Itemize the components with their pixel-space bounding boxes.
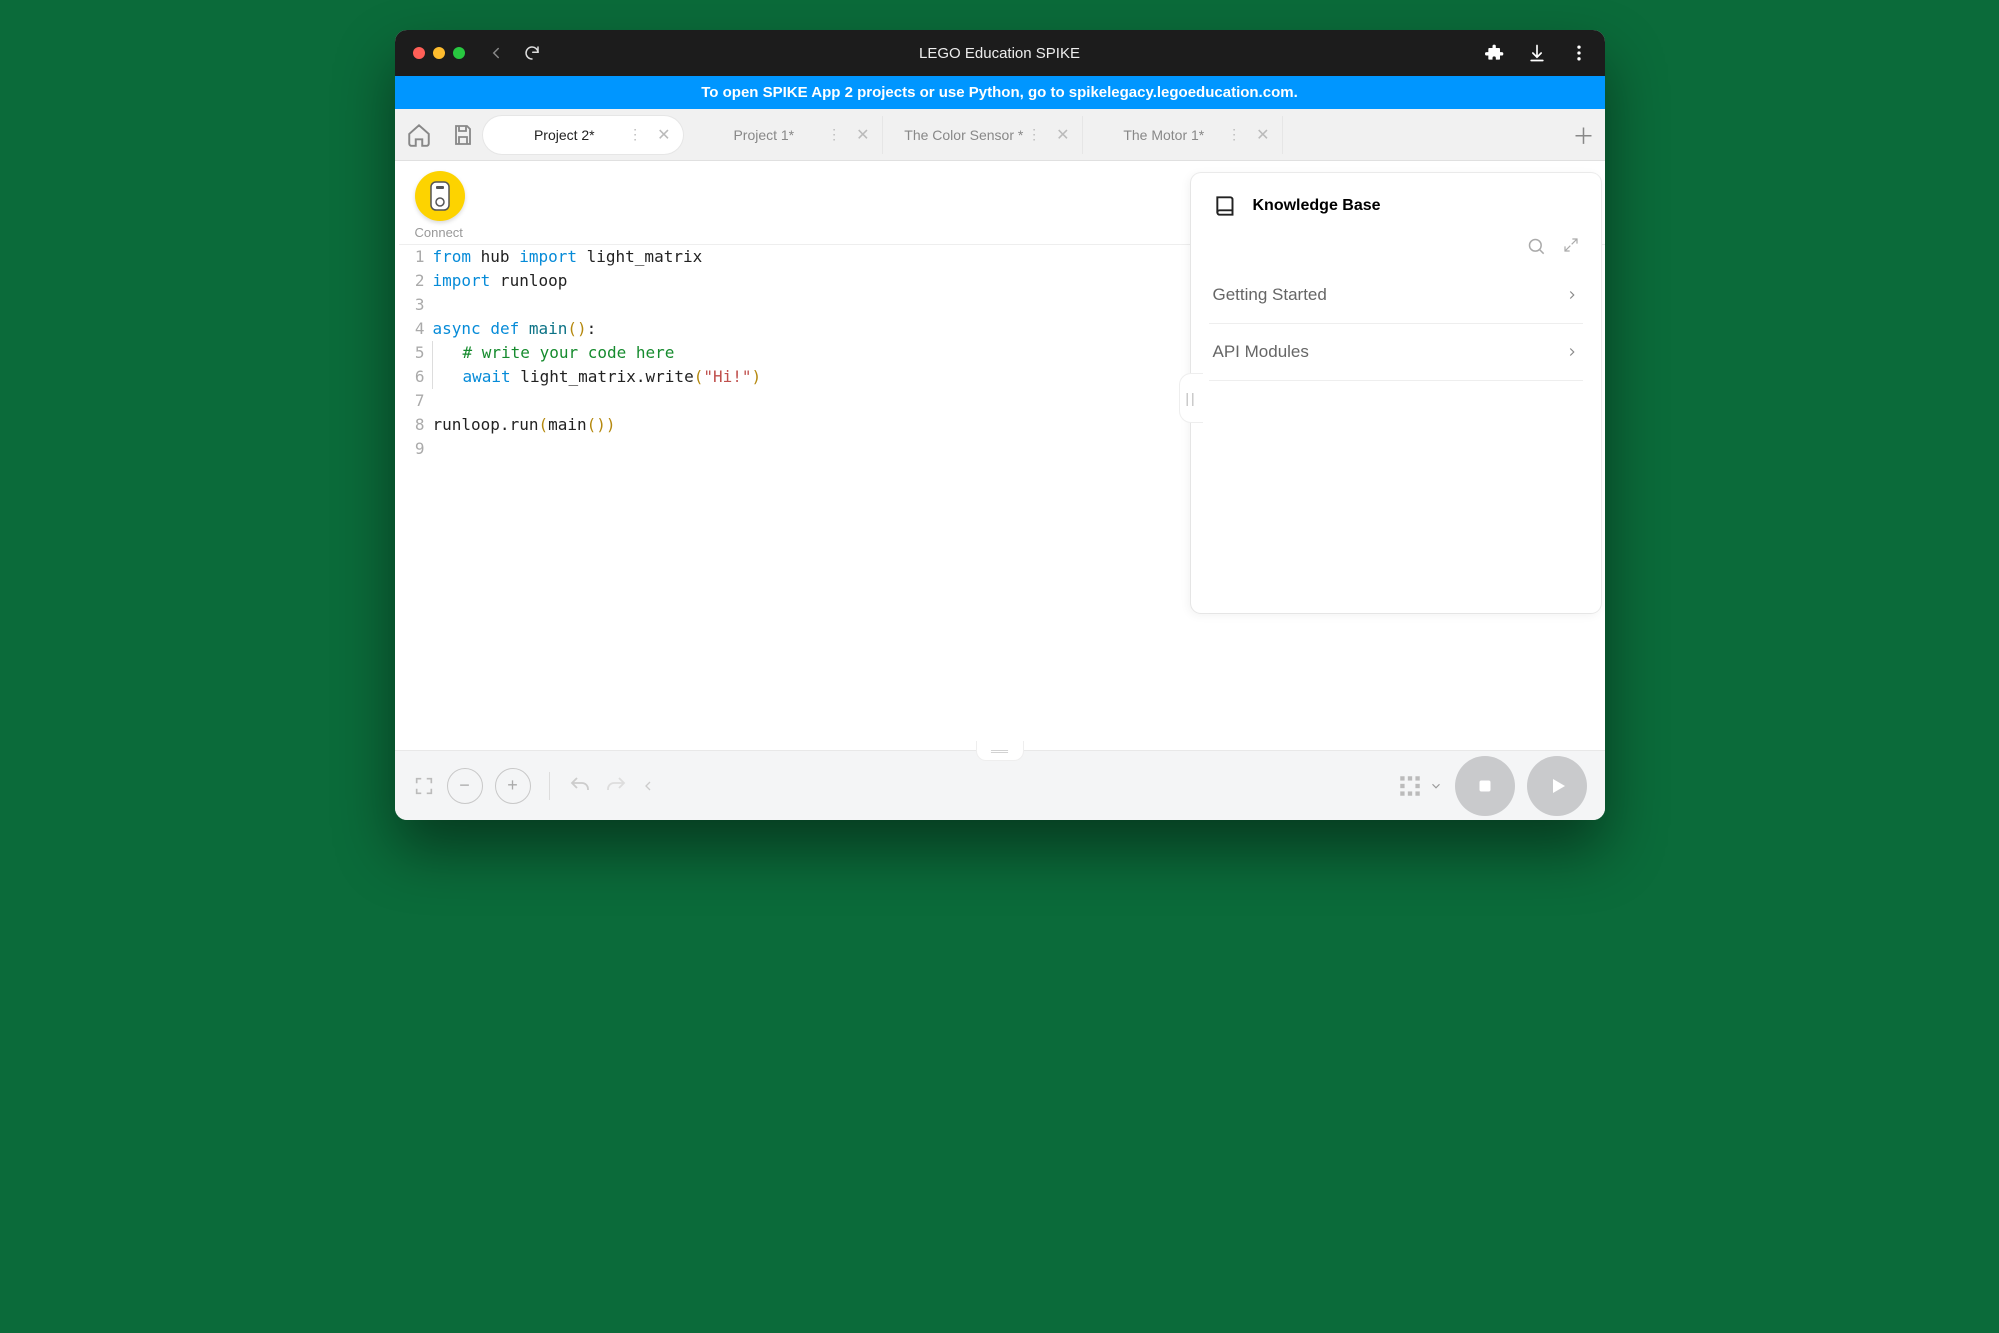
line-number: 1 (407, 245, 433, 269)
console-drag-handle[interactable]: ══ (976, 741, 1024, 761)
line-number: 9 (407, 437, 433, 461)
line-number: 6 (407, 365, 433, 389)
tab-menu-icon[interactable]: ⋮ (1227, 126, 1240, 143)
slow-button[interactable] (640, 778, 656, 794)
book-icon (1213, 193, 1239, 219)
tab-menu-icon[interactable]: ⋮ (1027, 126, 1040, 143)
tab-2[interactable]: The Color Sensor * ⋮ ✕ (883, 116, 1083, 154)
tab-0[interactable]: Project 2* ⋮ ✕ (483, 116, 683, 154)
save-button[interactable] (443, 115, 483, 155)
kb-title: Knowledge Base (1253, 197, 1381, 215)
line-number: 8 (407, 413, 433, 437)
undo-button[interactable] (568, 774, 592, 798)
more-icon[interactable] (1569, 43, 1589, 63)
expand-icon[interactable] (1563, 237, 1579, 257)
main-area: Connect 1from hub import light_matrix2im… (395, 161, 1605, 750)
tab-label: Project 1* (701, 127, 828, 143)
redo-button[interactable] (604, 774, 628, 798)
download-icon[interactable] (1527, 43, 1547, 63)
chevron-right-icon (1565, 345, 1579, 359)
zoom-in-button[interactable]: + (495, 768, 531, 804)
tab-3[interactable]: The Motor 1* ⋮ ✕ (1083, 116, 1283, 154)
home-button[interactable] (399, 115, 439, 155)
window-controls (413, 47, 465, 59)
bottom-toolbar: ══ − + (395, 750, 1605, 820)
kb-item-label: Getting Started (1213, 285, 1327, 305)
tab-1[interactable]: Project 1* ⋮ ✕ (683, 116, 883, 154)
zoom-out-button[interactable]: − (447, 768, 483, 804)
code-line[interactable]: from hub import light_matrix (433, 245, 703, 269)
tab-menu-icon[interactable]: ⋮ (827, 126, 840, 143)
tab-bar: Project 2* ⋮ ✕Project 1* ⋮ ✕The Color Se… (395, 109, 1605, 161)
tab-label: Project 2* (501, 127, 629, 143)
line-number: 3 (407, 293, 433, 317)
window-title: LEGO Education SPIKE (395, 45, 1605, 62)
tab-label: The Motor 1* (1101, 127, 1228, 143)
tab-label: The Color Sensor * (901, 127, 1028, 143)
titlebar: LEGO Education SPIKE (395, 30, 1605, 76)
reload-button[interactable] (523, 44, 541, 62)
minimize-window-button[interactable] (433, 47, 445, 59)
code-line[interactable]: import runloop (433, 269, 568, 293)
stop-button[interactable] (1455, 756, 1515, 816)
line-number: 5 (407, 341, 433, 365)
run-button[interactable] (1527, 756, 1587, 816)
code-line[interactable]: async def main(): (433, 317, 597, 341)
tab-close-icon[interactable]: ✕ (1056, 125, 1069, 145)
tab-close-icon[interactable]: ✕ (657, 125, 670, 145)
kb-item-label: API Modules (1213, 342, 1309, 362)
new-tab-button[interactable]: ＋ (1572, 119, 1594, 151)
line-number: 4 (407, 317, 433, 341)
tab-close-icon[interactable]: ✕ (1256, 125, 1269, 145)
connect-hub-button[interactable] (415, 171, 465, 221)
close-window-button[interactable] (413, 47, 425, 59)
kb-item-0[interactable]: Getting Started (1209, 267, 1583, 324)
kb-item-1[interactable]: API Modules (1209, 324, 1583, 381)
tab-close-icon[interactable]: ✕ (856, 125, 869, 145)
fullscreen-icon[interactable] (413, 775, 435, 797)
app-window: LEGO Education SPIKE To open SPIKE App 2… (395, 30, 1605, 820)
tab-menu-icon[interactable]: ⋮ (628, 126, 641, 143)
line-number: 2 (407, 269, 433, 293)
code-line[interactable]: # write your code here (433, 341, 675, 365)
search-icon[interactable] (1527, 237, 1547, 257)
extensions-icon[interactable] (1485, 43, 1505, 63)
slot-selector[interactable] (1397, 773, 1443, 799)
fullscreen-window-button[interactable] (453, 47, 465, 59)
code-line[interactable]: runloop.run(main()) (433, 413, 616, 437)
back-button[interactable] (487, 44, 505, 62)
line-number: 7 (407, 389, 433, 413)
knowledge-base-panel: || Knowledge Base Getting Started API Mo… (1191, 173, 1601, 613)
legacy-banner: To open SPIKE App 2 projects or use Pyth… (395, 76, 1605, 109)
panel-collapse-handle[interactable]: || (1179, 373, 1203, 423)
code-line[interactable]: await light_matrix.write("Hi!") (433, 365, 762, 389)
chevron-right-icon (1565, 288, 1579, 302)
